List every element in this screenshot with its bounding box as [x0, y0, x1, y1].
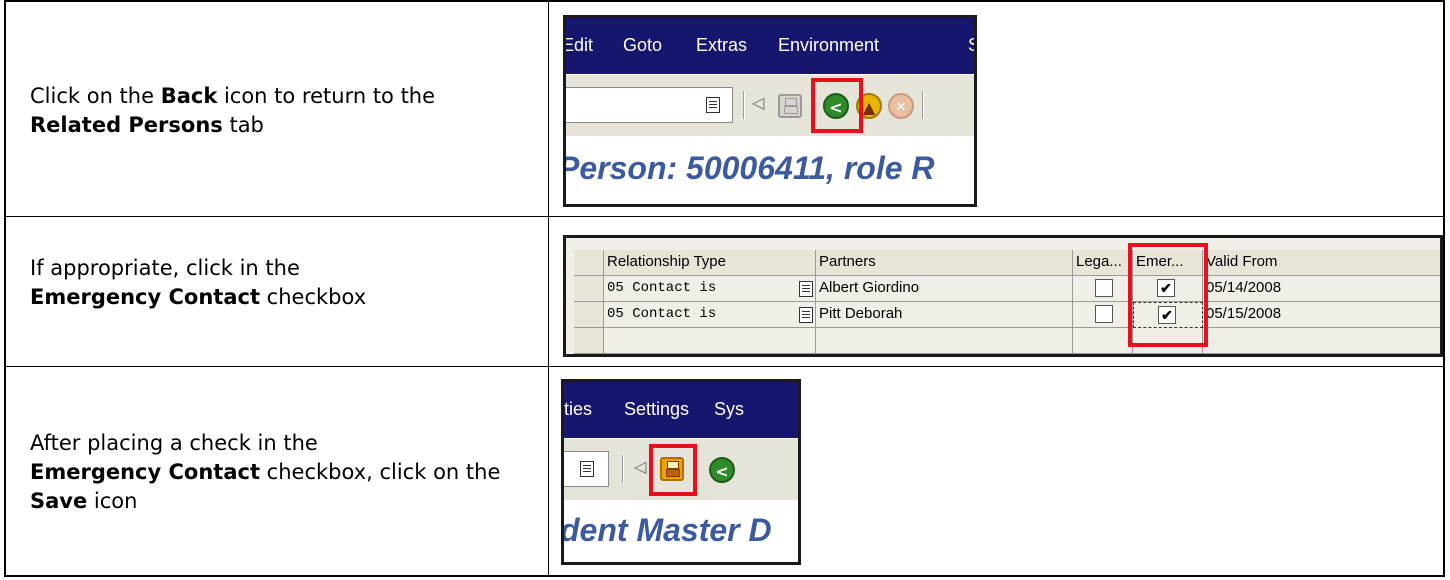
toolbar-separator [622, 455, 624, 483]
relationship-type-cell[interactable]: 05 Contact is [604, 276, 816, 302]
column-divider [548, 217, 549, 366]
menu-environment[interactable]: Environment [778, 35, 879, 56]
screenshot-save-toolbar: ities Settings Sys ◁ < dent Master D [561, 379, 801, 565]
legal-checkbox[interactable] [1095, 279, 1113, 297]
screen-title: dent Master D [561, 512, 772, 548]
menu-settings[interactable]: Settings [624, 399, 689, 420]
partner-cell[interactable]: Albert Giordino [816, 276, 1073, 302]
empty-cell[interactable] [816, 328, 1073, 354]
menu-system[interactable]: Sys [714, 399, 744, 420]
legal-cell [1073, 302, 1133, 328]
column-header-relationship-type[interactable]: Relationship Type [604, 250, 816, 276]
highlight-box [811, 78, 863, 133]
legal-cell [1073, 276, 1133, 302]
relationship-type-cell[interactable]: 05 Contact is [604, 302, 816, 328]
value-help-icon[interactable] [799, 307, 813, 323]
row-selector-header[interactable] [574, 250, 604, 276]
command-field-icon[interactable] [580, 461, 594, 477]
legal-checkbox[interactable] [1095, 305, 1113, 323]
screenshot-back-toolbar: Edit Goto Extras Environment S ◁ < ▲ [563, 15, 977, 207]
toolbar-separator [743, 91, 745, 119]
screen-title-bar: dent Master D [561, 500, 798, 562]
step-row-emergency: If appropriate, click in the Emergency C… [6, 217, 1443, 367]
highlight-box [1128, 243, 1208, 347]
relationship-grid: Relationship Type Partners Lega... Emer.… [566, 238, 1440, 354]
command-field[interactable] [564, 451, 609, 487]
highlight-box [649, 444, 697, 496]
menu-bar: Edit Goto Extras Environment S [566, 18, 974, 74]
back-icon[interactable]: < [709, 457, 735, 483]
step-instruction: Click on the Back icon to return to the … [30, 84, 436, 137]
menu-system[interactable]: S [968, 35, 974, 56]
value-help-icon[interactable] [799, 281, 813, 297]
screen-title-bar: Person: 50006411, role R [563, 136, 974, 204]
menu-utilities[interactable]: ities [564, 399, 592, 420]
step-instruction: If appropriate, click in the Emergency C… [30, 256, 367, 309]
column-header-valid-from[interactable]: Valid From [1203, 250, 1440, 276]
valid-from-cell[interactable]: 05/15/2008 [1203, 302, 1440, 328]
instruction-table: Click on the Back icon to return to the … [4, 0, 1445, 577]
row-selector[interactable] [574, 328, 604, 354]
valid-from-cell[interactable]: 05/14/2008 [1203, 276, 1440, 302]
back-arrow-icon[interactable]: ◁ [634, 457, 646, 476]
back-arrow-icon[interactable]: ◁ [752, 93, 764, 112]
screen-title: Person: 50006411, role R [563, 150, 935, 186]
row-selector[interactable] [574, 302, 604, 328]
menu-extras[interactable]: Extras [696, 35, 747, 56]
save-icon[interactable] [778, 94, 802, 118]
command-field[interactable] [566, 87, 733, 123]
column-header-legal[interactable]: Lega... [1073, 250, 1133, 276]
toolbar-separator [922, 91, 924, 119]
cancel-icon[interactable]: ✕ [888, 93, 914, 119]
menu-goto[interactable]: Goto [623, 35, 662, 56]
empty-cell[interactable] [1073, 328, 1133, 354]
column-divider [548, 2, 549, 216]
step-row-back: Click on the Back icon to return to the … [6, 2, 1443, 217]
step-row-save: After placing a check in the Emergency C… [6, 367, 1443, 575]
partner-cell[interactable]: Pitt Deborah [816, 302, 1073, 328]
empty-cell[interactable] [604, 328, 816, 354]
command-field-icon[interactable] [706, 97, 720, 113]
screenshot-related-persons-table: Relationship Type Partners Lega... Emer.… [563, 235, 1443, 357]
menu-bar: ities Settings Sys [564, 382, 798, 438]
column-header-partners[interactable]: Partners [816, 250, 1073, 276]
row-selector[interactable] [574, 276, 604, 302]
column-divider [548, 367, 549, 575]
standard-toolbar: ◁ < ▲ ✕ [566, 74, 974, 137]
menu-edit[interactable]: Edit [566, 35, 593, 56]
step-instruction: After placing a check in the Emergency C… [30, 431, 501, 513]
empty-cell[interactable] [1203, 328, 1440, 354]
